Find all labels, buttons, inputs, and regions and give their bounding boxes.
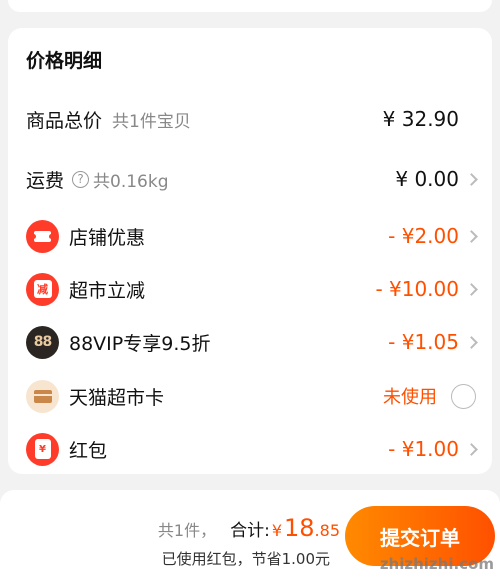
card-icon: [26, 379, 59, 413]
chevron-right-icon: [465, 442, 478, 456]
envelope-icon: ¥: [26, 432, 59, 466]
vip88-discount-label: 88VIP专享9.5折: [69, 332, 211, 355]
market-card-status: 未使用: [383, 387, 437, 408]
shipping-label: 运费: [26, 169, 65, 192]
currency-symbol: ¥: [271, 521, 282, 540]
card-title: 价格明细: [26, 50, 103, 72]
total-line: 共1件， 合计: ¥ 18 .85: [158, 514, 340, 542]
shipping-amount: ¥ 0.00: [395, 167, 459, 191]
vip88-discount-amount: - ¥1.05: [388, 330, 459, 354]
jian-icon: 减: [26, 272, 59, 306]
shipping-row[interactable]: 运费 ? 共0.16kg ¥ 0.00: [8, 159, 492, 199]
previous-section-card: [8, 0, 492, 12]
store-discount-label: 店铺优惠: [69, 226, 146, 249]
vip88-icon: 88: [26, 325, 59, 359]
market-card-label: 天猫超市卡: [69, 386, 165, 409]
goods-total-label: 商品总价: [26, 109, 103, 132]
help-icon[interactable]: ?: [72, 170, 90, 188]
chevron-right-icon: [465, 335, 478, 349]
chevron-right-icon: [465, 282, 478, 296]
item-count: 共1件，: [157, 521, 217, 540]
store-discount-amount: - ¥2.00: [388, 224, 459, 248]
goods-total-row: 商品总价 共1件宝贝 ¥ 32.90: [8, 99, 492, 139]
total-decimal: .85: [314, 521, 340, 540]
market-card-row[interactable]: 天猫超市卡 未使用: [8, 376, 492, 416]
watermark: zhizhizhi.com: [379, 555, 494, 573]
ticket-icon: [26, 219, 59, 253]
savings-text: 已使用红包，节省1.00元: [161, 550, 330, 568]
total-label: 合计:: [230, 521, 270, 541]
red-packet-label: 红包: [69, 439, 108, 462]
total-integer: 18: [284, 514, 315, 542]
goods-total-amount: ¥ 32.90: [382, 107, 459, 131]
shipping-weight: 共0.16kg: [93, 171, 169, 192]
market-instant-discount-label: 超市立减: [69, 279, 146, 302]
red-packet-amount: - ¥1.00: [388, 437, 459, 461]
market-card-radio[interactable]: [451, 383, 476, 409]
red-packet-row[interactable]: ¥ 红包 - ¥1.00: [8, 429, 492, 469]
goods-count: 共1件宝贝: [112, 111, 191, 132]
market-instant-discount-row[interactable]: 减 超市立减 - ¥10.00: [8, 269, 492, 309]
market-instant-discount-amount: - ¥10.00: [375, 277, 459, 301]
price-detail-card: 价格明细 商品总价 共1件宝贝 ¥ 32.90 运费 ? 共0.16kg ¥ 0…: [8, 28, 492, 474]
chevron-right-icon: [465, 229, 478, 243]
vip88-discount-row[interactable]: 88 88VIP专享9.5折 - ¥1.05: [8, 322, 492, 362]
chevron-right-icon: [465, 172, 478, 186]
store-discount-row[interactable]: 店铺优惠 - ¥2.00: [8, 216, 492, 256]
